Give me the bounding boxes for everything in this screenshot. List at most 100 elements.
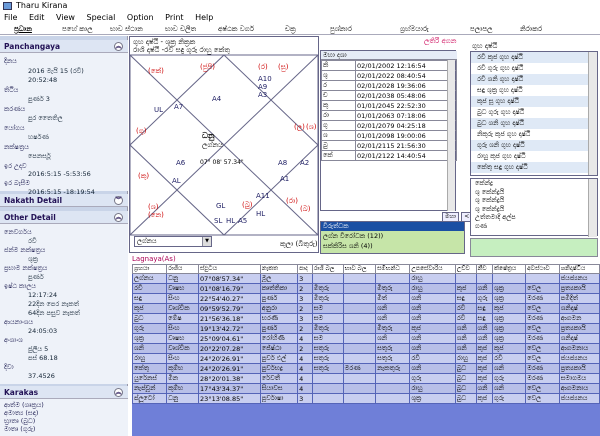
table-cell: 24°20'26.91" bbox=[198, 353, 261, 364]
table-row[interactable]: කේතු කුම්භ 24°20'26.91" පුර්වභද්‍ර 4 සතුරු මරණ… bbox=[132, 363, 600, 374]
expand-icon[interactable]: ︾ bbox=[114, 196, 123, 205]
column-header[interactable]: සම්භන්ධ bbox=[375, 264, 411, 274]
list-item[interactable]: කේන්ද්‍ර bbox=[471, 179, 597, 188]
notes-box bbox=[470, 238, 598, 257]
karakas-body: ආත්ම (ශ්‍රුක්‍රය) අමාත්‍ය (සඳ) භ්‍රාතෘ (… bbox=[0, 399, 128, 436]
menu-option[interactable]: Option bbox=[127, 13, 154, 22]
panchangaya-header[interactable]: Panchangaya ︽ bbox=[0, 40, 128, 53]
list-item[interactable]: රාහු කුජ ගුහ දෘෂ්ඨි bbox=[471, 151, 597, 162]
list-item[interactable]: රවි ගුරු ගුහ දෘෂ්ඨි bbox=[471, 63, 597, 74]
table-row[interactable]: ප්ලූටෝ ධනු 23°13'08.85" පූර්වාෂා 3 ශුක්‍ර බුධ ක… bbox=[132, 393, 600, 404]
column-header[interactable]: උච්ච bbox=[454, 264, 477, 274]
table-row[interactable]: ර 02/01/2028 19:36:06 bbox=[321, 80, 457, 91]
column-header[interactable]: නැකත bbox=[259, 264, 299, 274]
table-row[interactable]: ශනි වෘශ්චික 20°22'07.28" ජේෂ්ඨා 2 සතුරු සතුරු ශ… bbox=[132, 343, 600, 354]
tab-9[interactable]: පලාපල bbox=[470, 24, 492, 35]
menu-file[interactable]: File bbox=[4, 13, 17, 22]
table-row[interactable]: සඳු සිංහ 22°54'40.27" පුර්ණ 3 මිතුරු මිත් ශනි සඳ… bbox=[132, 293, 600, 304]
table-row[interactable]: නැප්චූන් කුම්භ 17°43'34.37" සියාවස 4 රාහු බුධ ශ… bbox=[132, 383, 600, 394]
tab-8[interactable]: ග්‍රහ්මයාරු bbox=[400, 24, 429, 35]
table-row[interactable]: ගු 02/01/2079 04:25:18 bbox=[321, 120, 457, 131]
table-cell: බුධ bbox=[454, 383, 477, 394]
list-item[interactable]: බුධ ගුරු ගුහ දෘෂ්ඨි bbox=[471, 107, 597, 118]
table-row[interactable]: ශු 02/01/2022 08:40:54 bbox=[321, 70, 457, 81]
table-cell: ශනි bbox=[492, 363, 527, 374]
table-row[interactable]: ච 02/01/2038 05:48:06 bbox=[321, 90, 457, 101]
table-cell: වෙල bbox=[525, 343, 560, 354]
column-header[interactable]: ග්‍රහයා bbox=[132, 264, 168, 274]
collapse-icon[interactable]: ︽ bbox=[114, 213, 123, 222]
tab-7[interactable]: පුශ්නාර bbox=[330, 24, 352, 35]
house-label: (නෙ) bbox=[148, 211, 164, 219]
list-item[interactable]: බුධ ශනි ගුහ දෘෂ්ඨි bbox=[471, 118, 597, 129]
menu-special[interactable]: Special bbox=[87, 13, 116, 22]
column-header[interactable]: උපසේවාරිය bbox=[409, 264, 456, 274]
menu-edit[interactable]: Edit bbox=[29, 13, 45, 22]
table-row[interactable]: කේ 02/01/2122 14:40:54 bbox=[321, 150, 457, 161]
graha-scrollbar[interactable] bbox=[588, 52, 597, 175]
tab-5[interactable]: අෂ්ඨක වර්ග bbox=[218, 24, 254, 35]
table-cell: ශනි bbox=[454, 333, 477, 344]
menu-print[interactable]: Print bbox=[165, 13, 183, 22]
tab-2[interactable]: පහේ කාල bbox=[62, 24, 93, 35]
table-row[interactable]: කු 01/01/2045 22:52:30 bbox=[321, 100, 457, 111]
list-item[interactable]: උත්තමාදි අල්ප bbox=[471, 213, 597, 222]
nakath-header[interactable]: Nakath Detail ︾ bbox=[0, 194, 128, 207]
column-header[interactable]: ක්ෂේත්‍රය bbox=[492, 264, 527, 274]
collapse-icon[interactable]: ︽ bbox=[114, 42, 123, 51]
menu-view[interactable]: View bbox=[56, 13, 75, 22]
column-header[interactable]: අවස්ථාව bbox=[525, 264, 560, 274]
other-header[interactable]: Other Detail ︽ bbox=[0, 211, 128, 224]
column-header[interactable]: ස්ඵුටය bbox=[198, 264, 261, 274]
table-row[interactable]: රා 01/01/2063 07:18:06 bbox=[321, 110, 457, 121]
table-row[interactable]: කුජ වෘශ්චික 09°59'52.79" අනුරා 2 සම ශනි ශනි රවි ස… bbox=[132, 303, 600, 314]
table-cell: පූර්වාෂා bbox=[259, 393, 299, 404]
list-item[interactable]: ශු කේන්ද්‍රයි bbox=[471, 205, 597, 214]
column-header[interactable]: ශනිදෘෂ්ටිය bbox=[558, 264, 600, 274]
panch-value: 2016 මැයි 15 (රවි) bbox=[28, 67, 84, 75]
table-row[interactable]: යුරේනස් මීන 28°20'01.38" රේවතී 4 ගුරු බුධ කුජ ගු… bbox=[132, 373, 600, 384]
menu-help[interactable]: Help bbox=[195, 13, 213, 22]
other-value: 64දින පසුව නැකත් bbox=[28, 309, 80, 317]
table-row[interactable]: ශුක්‍ර වෘෂභ 25°09'04.61" රෝහිණී 4 සම ශනි ශනි ශනි… bbox=[132, 333, 600, 344]
column-header[interactable]: රාශි බල bbox=[311, 264, 344, 274]
list-item[interactable]: නිකුරු කුජ ගුහ දෘෂ්ඨි bbox=[471, 129, 597, 140]
table-row[interactable]: රාහු සිංහ 24°20'26.91" පුර්ව ඵල් 4 සතුරු සතුරු… bbox=[132, 353, 600, 364]
table-row[interactable]: බු 02/01/2115 21:56:30 bbox=[321, 140, 457, 151]
column-header[interactable]: රාශිය bbox=[166, 264, 200, 274]
list-item[interactable]: සඳු ශුක්‍ර ගුහ දෘෂ්ඨි bbox=[471, 85, 597, 96]
table-row[interactable]: ලග්නය ධනු 07°08'57.34" මූල 3 රාහු ජයජ්‍යනය bbox=[132, 273, 600, 284]
lagna-select[interactable]: ලග්නය ▼ bbox=[134, 236, 212, 247]
column-header[interactable]: පාද bbox=[297, 264, 313, 274]
list-item[interactable]: කේතු සඳු ගුහ දෘෂ්ඨි bbox=[471, 162, 597, 173]
tab-main[interactable]: ප්‍රධාන bbox=[14, 24, 32, 35]
chevron-down-icon[interactable]: ▼ bbox=[202, 237, 211, 246]
kendra-scrollbar[interactable] bbox=[588, 179, 597, 237]
list-item[interactable]: ශු කේන්ද්‍රයි bbox=[471, 188, 597, 197]
tab-6[interactable]: චක්‍ර bbox=[285, 24, 296, 35]
list-item[interactable]: රවි ශනි ගුහ දෘෂ්ඨි bbox=[471, 74, 597, 85]
tab-3[interactable]: භාව ස්ථාන bbox=[110, 24, 143, 35]
column-header[interactable]: භාව බල bbox=[342, 264, 377, 274]
tab-10[interactable]: නිරාකර bbox=[520, 24, 542, 35]
table-cell: 23°13'08.85" bbox=[198, 393, 261, 404]
table-row[interactable]: බුධ මේෂ 21°56'36.18" භරණි 3 සම ශනි ශනි රවි සඳු ශුක… bbox=[132, 313, 600, 324]
table-cell: ශුක්‍ර bbox=[132, 333, 168, 344]
column-header[interactable]: නීච bbox=[475, 264, 494, 274]
dasha-date: 02/01/2022 08:40:54 bbox=[355, 70, 457, 81]
table-row[interactable]: ශ 01/01/2098 19:00:06 bbox=[321, 130, 457, 141]
collapse-icon[interactable]: ︽ bbox=[114, 388, 123, 397]
list-item[interactable]: කුජ සූ ගුහ දෘෂ්ඨි bbox=[471, 96, 597, 107]
other-label: නෙවර්ගය bbox=[4, 228, 32, 236]
list-item[interactable]: ශු කේන්ද්‍රයි bbox=[471, 196, 597, 205]
dasha-scrollbar[interactable] bbox=[447, 60, 455, 211]
karakas-header[interactable]: Karakas ︽ bbox=[0, 386, 128, 399]
list-item[interactable]: ගුරු ශනි ගුහ දෘෂ්ඨි bbox=[471, 140, 597, 151]
list-item[interactable]: ගණ bbox=[471, 222, 597, 231]
tab-4[interactable]: භාව චලිත bbox=[165, 24, 196, 35]
list-item[interactable]: රවි කුජ ගුහ දෘෂ්ඨි bbox=[471, 52, 597, 63]
table-row[interactable]: කි 02/01/2002 12:16:54 bbox=[321, 60, 457, 71]
table-cell: 01°08'16.79" bbox=[198, 283, 261, 294]
table-row[interactable]: ගුරු සිංහ 19°13'42.72" පුර්ණ 2 මිතුරු මිතුරු කු… bbox=[132, 323, 600, 334]
table-row[interactable]: රවි වෘෂභ 01°08'16.79" කෘත්තිකා 2 මිතුරු මිතුරු… bbox=[132, 283, 600, 294]
